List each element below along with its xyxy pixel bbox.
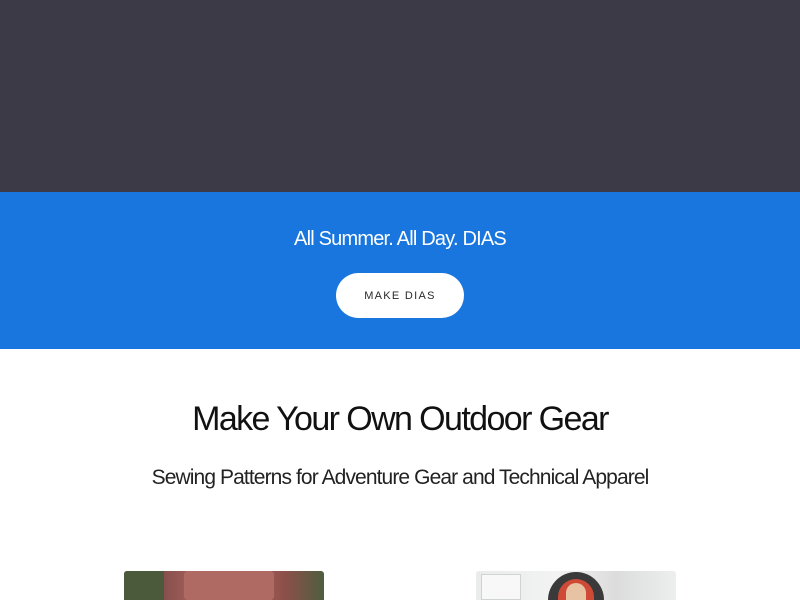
page-heading: Make Your Own Outdoor Gear <box>192 400 609 438</box>
make-dias-button[interactable]: MAKE DIAS <box>336 273 464 318</box>
card-image-background <box>481 574 521 600</box>
page-subheading: Sewing Patterns for Adventure Gear and T… <box>151 466 650 489</box>
promo-band <box>0 192 800 349</box>
hero-banner <box>0 0 800 192</box>
product-card-image[interactable] <box>124 571 324 600</box>
product-card-image[interactable] <box>476 571 676 600</box>
face-shape <box>566 583 586 600</box>
card-image-background <box>124 571 164 600</box>
promo-text: All Summer. All Day. DIAS <box>294 228 507 250</box>
person-in-red-shirt-photo <box>184 571 274 600</box>
